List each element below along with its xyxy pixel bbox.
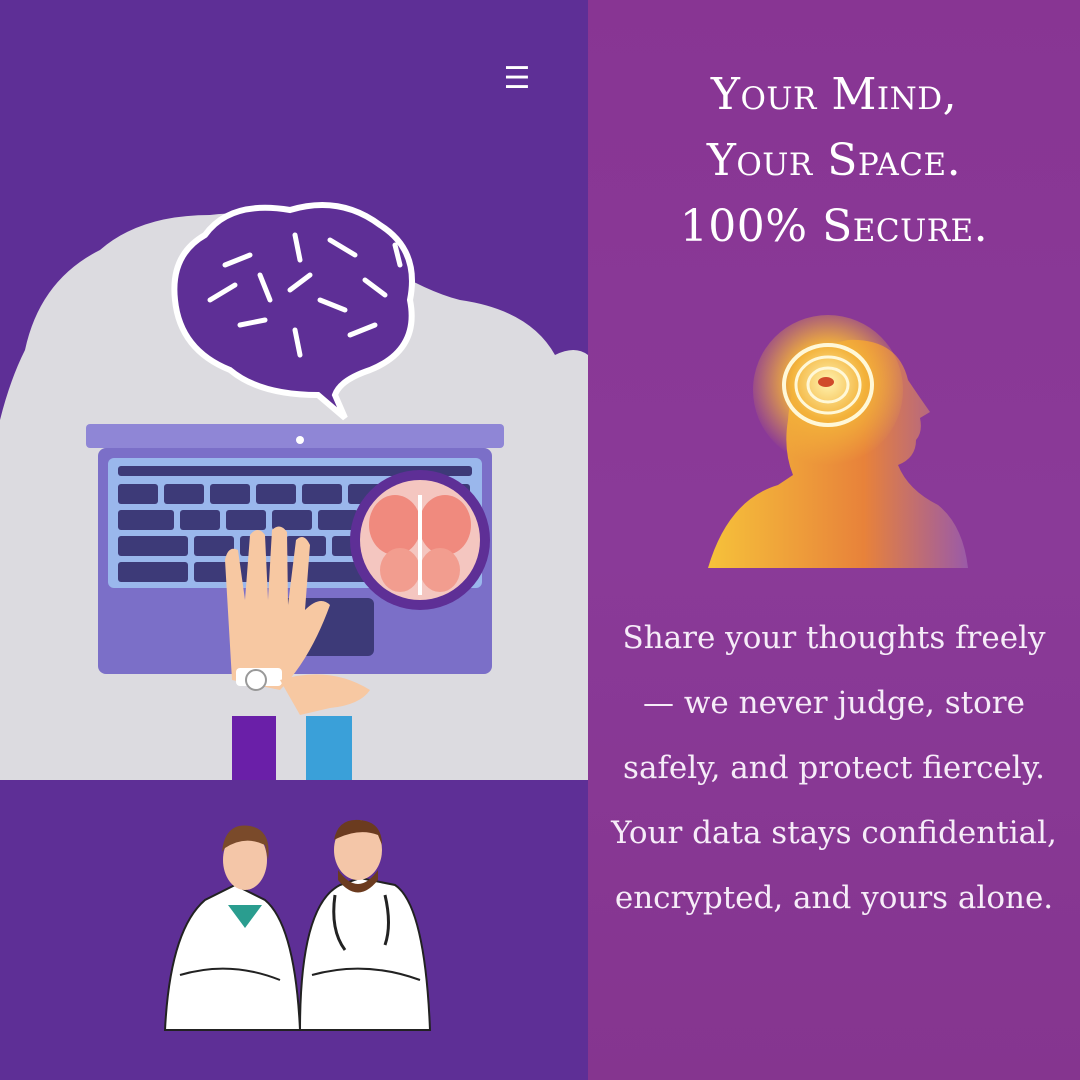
body-line: Share your thoughts freely	[622, 620, 1046, 656]
hamburger-menu-icon[interactable]: ☰	[500, 62, 534, 96]
body-paragraph: Share your thoughts freely — we never ju…	[596, 606, 1072, 931]
headline-line: Your Mind,	[710, 69, 958, 120]
body-line: encrypted, and yours alone.	[614, 880, 1054, 916]
laptop-brain-illustration	[0, 202, 588, 1031]
headline-line: Your Space.	[706, 135, 962, 186]
left-panel: ☰	[0, 0, 588, 1080]
body-line: safely, and protect fiercely.	[623, 750, 1045, 786]
doctors-icon	[163, 819, 432, 1031]
right-panel: Your Mind, Your Space. 100% Secure. Shar…	[588, 0, 1080, 1080]
glowing-brain-head-icon	[708, 315, 968, 568]
headline-line: 100% Secure.	[679, 201, 989, 252]
magnified-brain-icon	[350, 470, 490, 610]
body-line: Your data stays confidential,	[611, 815, 1057, 851]
body-line: — we never judge, store	[643, 685, 1025, 721]
headline: Your Mind, Your Space. 100% Secure.	[588, 62, 1080, 260]
